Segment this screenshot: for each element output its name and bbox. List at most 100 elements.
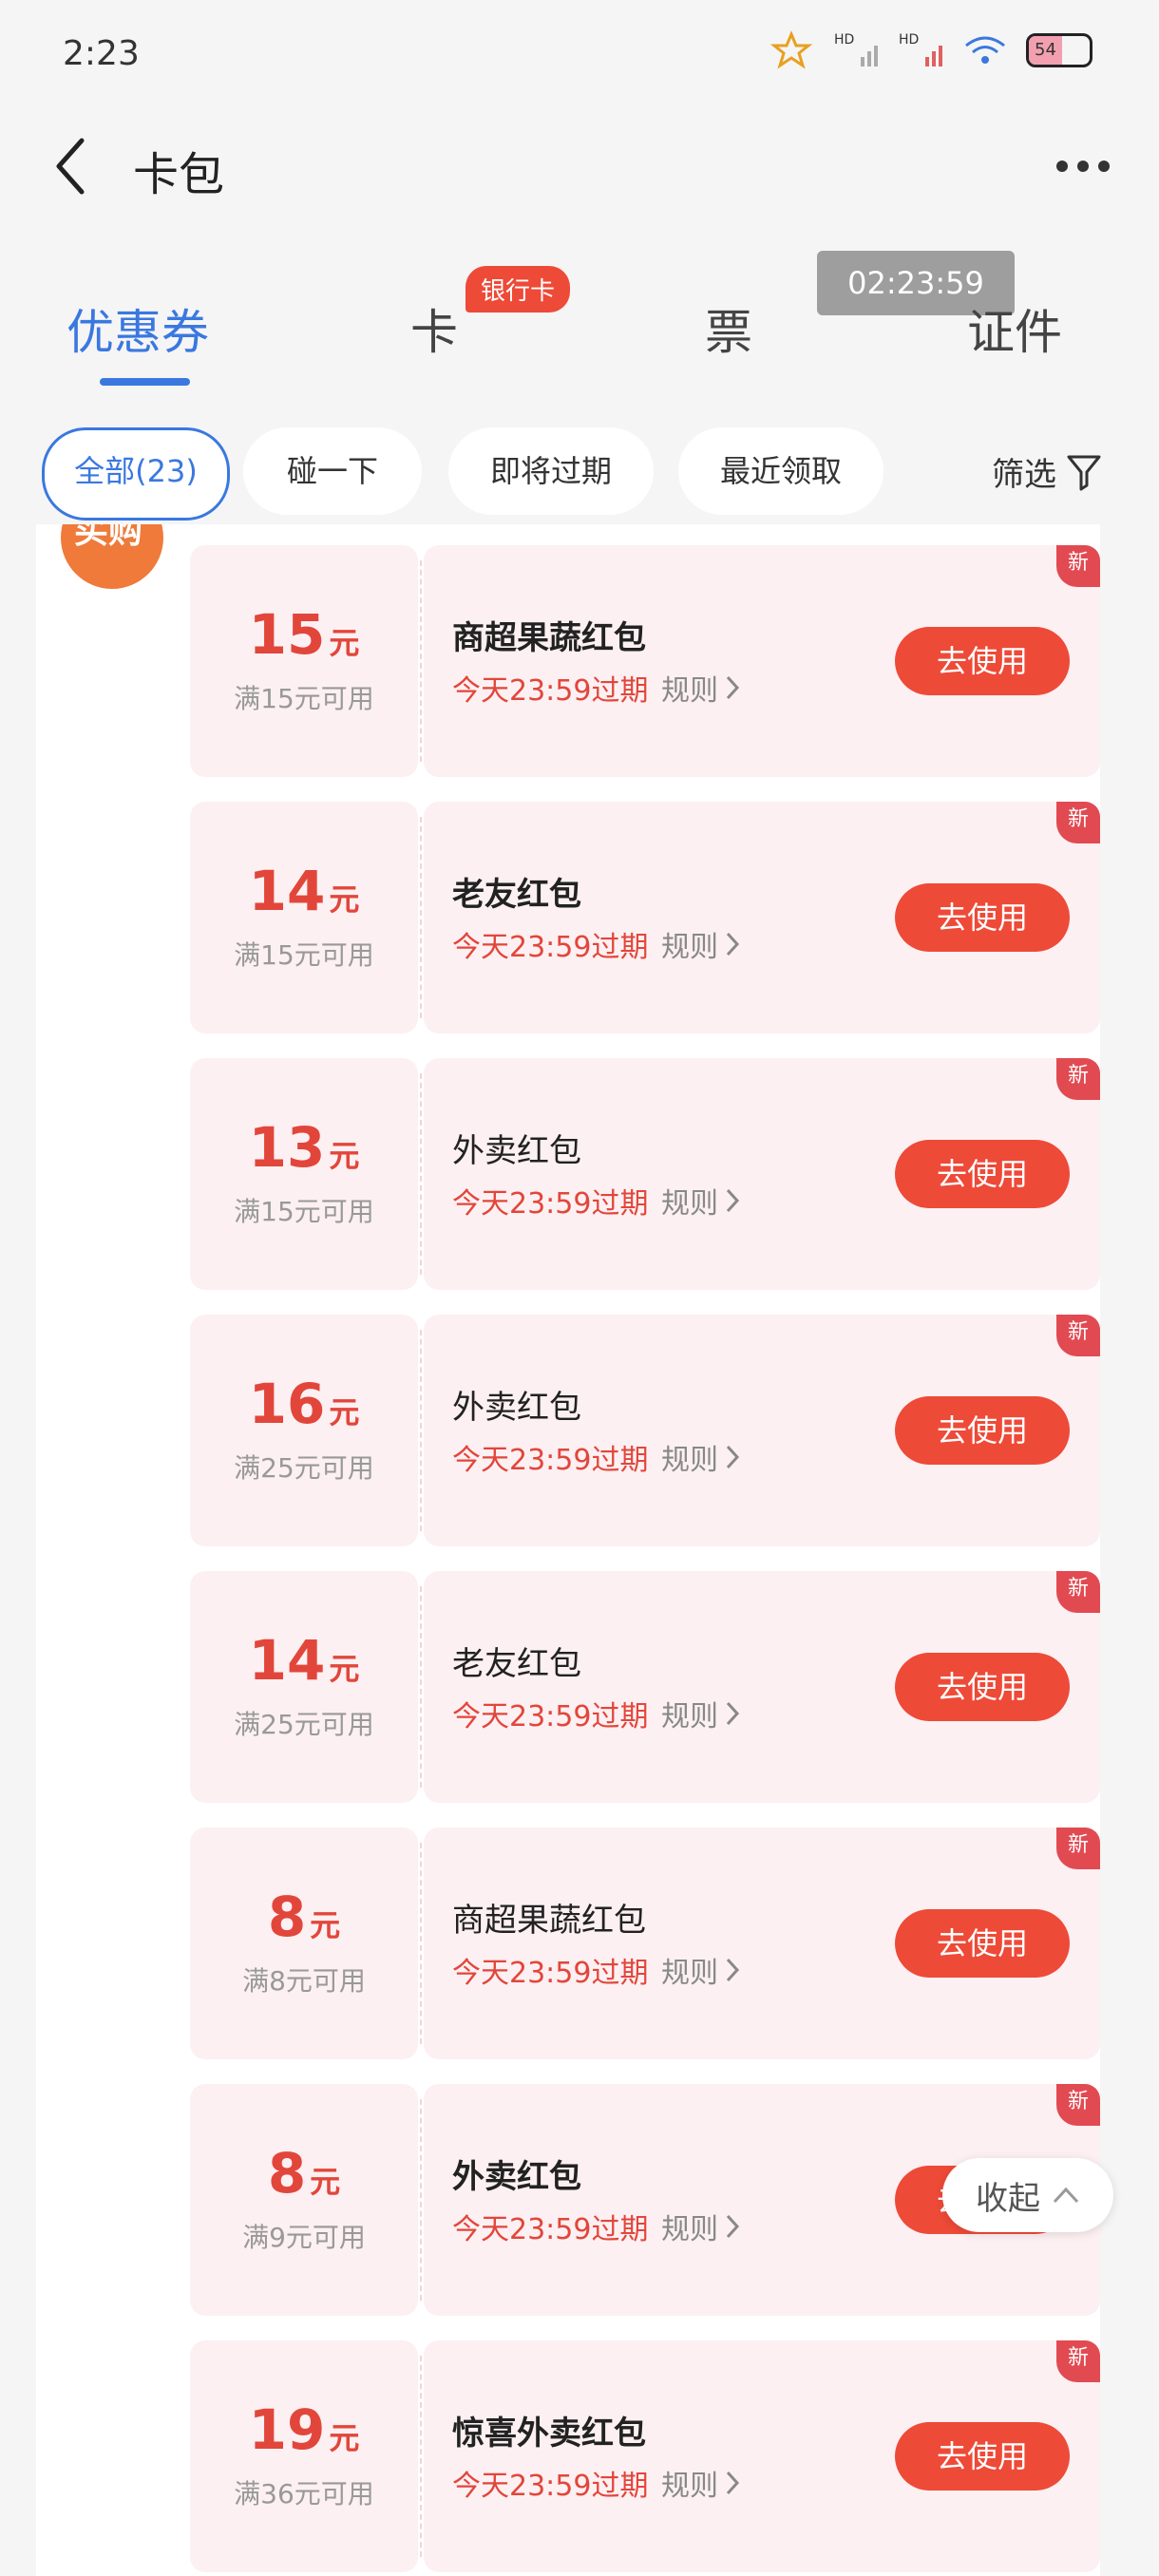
coupon-amount-panel: 19 元 满36元可用 xyxy=(190,2340,418,2572)
funnel-icon xyxy=(1067,455,1101,490)
coupon-rule-link[interactable]: 规则 xyxy=(661,923,741,965)
new-tag: 新 xyxy=(1056,2340,1100,2382)
coupon-amount: 14 xyxy=(248,859,326,923)
rule-label: 规则 xyxy=(661,1187,718,1221)
coupon-title: 外卖红包 xyxy=(452,2158,581,2196)
coupon-condition: 满25元可用 xyxy=(234,1709,374,1740)
coupon-rule-link[interactable]: 规则 xyxy=(661,2206,741,2247)
tab-tickets[interactable]: 票 xyxy=(705,294,752,363)
coupon-condition: 满25元可用 xyxy=(234,1452,374,1484)
coupon-info-panel: 商超果蔬红包 今天23:59过期 规则 去使用 新 xyxy=(424,545,1100,777)
coupon-unit: 元 xyxy=(329,625,360,661)
tab-cards[interactable]: 卡 xyxy=(410,294,458,363)
chevron-right-icon xyxy=(726,675,740,700)
svg-text:HD: HD xyxy=(899,32,919,47)
coupon-info-panel: 商超果蔬红包 今天23:59过期 规则 去使用 新 xyxy=(424,1828,1100,2059)
back-arrow-icon[interactable] xyxy=(48,133,95,199)
new-tag: 新 xyxy=(1056,1315,1100,1356)
status-icons: HD HD 54 xyxy=(768,28,1092,72)
coupon-title: 老友红包 xyxy=(452,876,581,914)
coupon-amount-panel: 8元 满8元可用 xyxy=(190,1828,418,2059)
use-coupon-button[interactable]: 去使用 xyxy=(895,883,1070,952)
coupon-card: 14 元 满15元可用 老友红包 今天23:59过期 规则 去使用 新 xyxy=(190,802,1100,1033)
coupon-info-panel: 外卖红包 今天23:59过期 规则 去使用 新 xyxy=(424,1058,1100,1290)
coupon-title: 老友红包 xyxy=(452,1645,581,1683)
coupon-amount: 13 xyxy=(248,1115,326,1180)
coupon-rule-link[interactable]: 规则 xyxy=(661,1693,741,1734)
chevron-right-icon xyxy=(726,932,740,957)
coupon-divider xyxy=(420,2356,422,2557)
coupon-rule-link[interactable]: 规则 xyxy=(661,1436,741,1478)
coupon-amount: 8 xyxy=(267,2141,307,2206)
coupon-card: 8元 满8元可用 商超果蔬红包 今天23:59过期 规则 去使用 新 xyxy=(190,1828,1100,2059)
coupon-divider xyxy=(420,1586,422,1788)
coupon-unit: 元 xyxy=(329,881,360,918)
chevron-right-icon xyxy=(726,1445,740,1469)
coupon-unit: 元 xyxy=(310,2164,341,2200)
coupon-amount-panel: 13 元 满15元可用 xyxy=(190,1058,418,1290)
coupon-divider xyxy=(420,1073,422,1275)
coupon-unit: 元 xyxy=(329,1651,360,1687)
coupon-info-panel: 老友红包 今天23:59过期 规则 去使用 新 xyxy=(424,802,1100,1033)
chip-expiring[interactable]: 即将过期 xyxy=(448,427,654,515)
chip-all[interactable]: 全部(23) xyxy=(42,427,230,521)
collapse-label: 收起 xyxy=(976,2179,1040,2218)
coupon-condition: 满9元可用 xyxy=(242,2222,366,2253)
new-tag: 新 xyxy=(1056,545,1100,587)
chip-recent[interactable]: 最近领取 xyxy=(678,427,884,515)
chevron-right-icon xyxy=(726,1958,740,1982)
coupon-expiry: 今天23:59过期 xyxy=(452,1700,649,1733)
use-coupon-button[interactable]: 去使用 xyxy=(895,1909,1070,1978)
coupon-unit: 元 xyxy=(310,1907,341,1943)
status-bar: 2:23 HD HD 54 xyxy=(0,0,1159,104)
chevron-right-icon xyxy=(726,2214,740,2239)
coupon-amount-panel: 8元 满9元可用 xyxy=(190,2084,418,2316)
svg-text:HD: HD xyxy=(834,32,854,47)
coupon-amount-panel: 16 元 满25元可用 xyxy=(190,1315,418,1546)
coupon-amount: 14 xyxy=(248,1628,326,1693)
coupon-rule-link[interactable]: 规则 xyxy=(661,1180,741,1222)
coupon-info-panel: 老友红包 今天23:59过期 规则 去使用 新 xyxy=(424,1571,1100,1803)
use-coupon-button[interactable]: 去使用 xyxy=(895,627,1070,695)
coupon-card: 13 元 满15元可用 外卖红包 今天23:59过期 规则 去使用 新 xyxy=(190,1058,1100,1290)
app-header: 卡包 xyxy=(0,114,1159,218)
status-time: 2:23 xyxy=(63,34,140,73)
coupon-divider xyxy=(420,1843,422,2044)
coupon-rule-link[interactable]: 规则 xyxy=(661,2462,741,2504)
coupon-card: 16 元 满25元可用 外卖红包 今天23:59过期 规则 去使用 新 xyxy=(190,1315,1100,1546)
more-options-icon[interactable] xyxy=(1054,152,1112,180)
brand-logo-text: 买购 xyxy=(74,524,143,551)
coupon-amount: 8 xyxy=(267,1885,307,1949)
coupon-expiry: 今天23:59过期 xyxy=(452,2213,649,2246)
tab-active-indicator xyxy=(100,378,190,386)
use-coupon-button[interactable]: 去使用 xyxy=(895,1140,1070,1208)
bank-card-badge: 银行卡 xyxy=(466,266,571,313)
battery-level: 54 xyxy=(1035,40,1056,60)
coupon-condition: 满8元可用 xyxy=(242,1965,366,1997)
coupon-expiry: 今天23:59过期 xyxy=(452,1957,649,1990)
collapse-button[interactable]: 收起 xyxy=(942,2158,1113,2232)
coupon-amount: 19 xyxy=(248,2397,326,2462)
coupon-amount: 15 xyxy=(248,602,326,667)
filter-button[interactable]: 筛选 xyxy=(992,448,1102,495)
coupon-list: 买购 15 元 满15元可用 商超果蔬红包 今天23:59过期 规则 去使用 新 … xyxy=(36,524,1100,2576)
use-coupon-button[interactable]: 去使用 xyxy=(895,1396,1070,1465)
chip-tap[interactable]: 碰一下 xyxy=(243,427,422,515)
tab-documents[interactable]: 证件 xyxy=(967,294,1062,363)
coupon-info-panel: 外卖红包 今天23:59过期 规则 去使用 新 xyxy=(424,1315,1100,1546)
use-coupon-button[interactable]: 去使用 xyxy=(895,1653,1070,1721)
notification-star-icon xyxy=(770,30,813,69)
coupon-amount-panel: 15 元 满15元可用 xyxy=(190,545,418,777)
tab-coupons[interactable]: 优惠券 xyxy=(66,294,209,363)
chevron-up-icon xyxy=(1053,2187,1079,2204)
coupon-unit: 元 xyxy=(329,2420,360,2456)
filter-bar: 全部(23) 碰一下 即将过期 最近领取 筛选 xyxy=(0,426,1159,521)
filter-label: 筛选 xyxy=(992,456,1056,494)
coupon-condition: 满15元可用 xyxy=(234,1196,374,1227)
coupon-condition: 满15元可用 xyxy=(234,939,374,971)
coupon-title: 外卖红包 xyxy=(452,1389,581,1427)
coupon-divider xyxy=(420,2099,422,2301)
coupon-rule-link[interactable]: 规则 xyxy=(661,667,741,709)
use-coupon-button[interactable]: 去使用 xyxy=(895,2422,1070,2491)
coupon-rule-link[interactable]: 规则 xyxy=(661,1949,741,1991)
